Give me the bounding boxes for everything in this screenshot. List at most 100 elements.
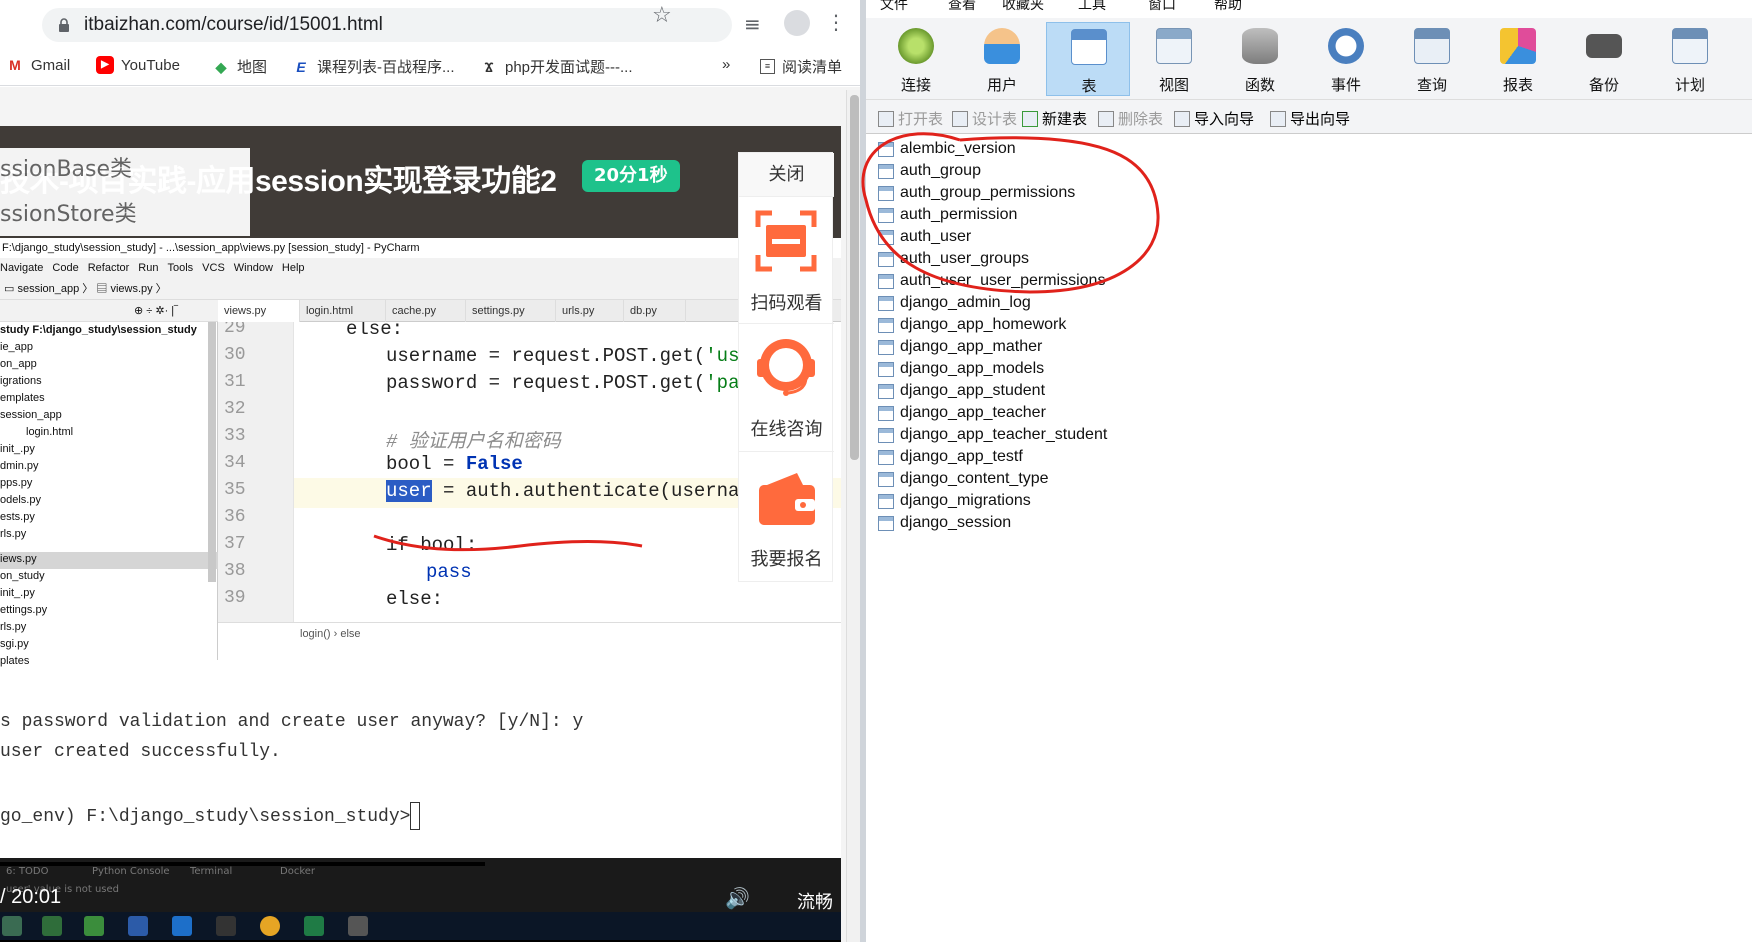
table-item[interactable]: auth_permission bbox=[878, 204, 1017, 226]
bookmark-youtube[interactable]: ▶ YouTube bbox=[96, 56, 180, 74]
popup-item[interactable]: ssionStore类 bbox=[0, 196, 137, 228]
tree-root[interactable]: study F:\django_study\session_study bbox=[0, 324, 197, 336]
menu-file[interactable]: 文件 bbox=[880, 0, 908, 14]
tree-item[interactable]: login.html bbox=[26, 426, 73, 438]
table-item[interactable]: django_app_student bbox=[878, 380, 1045, 402]
table-button[interactable]: 表 bbox=[1046, 22, 1130, 96]
popup-item[interactable]: ssionBase类 bbox=[0, 151, 132, 183]
tree-item[interactable]: odels.py bbox=[0, 494, 41, 506]
menu-code[interactable]: Code bbox=[52, 262, 78, 274]
table-item[interactable]: auth_user_groups bbox=[878, 248, 1029, 270]
menu-tools[interactable]: Tools bbox=[167, 262, 193, 274]
enroll-label[interactable]: 我要报名 bbox=[739, 545, 834, 571]
menu-navigate[interactable]: Navigate bbox=[0, 262, 43, 274]
table-item[interactable]: django_app_mather bbox=[878, 336, 1042, 358]
tree-item[interactable]: rls.py bbox=[0, 621, 26, 633]
tree-item[interactable]: rls.py bbox=[0, 528, 26, 540]
close-button[interactable]: 关闭 bbox=[739, 153, 834, 197]
connection-button[interactable]: 连接 bbox=[874, 22, 958, 96]
tree-item[interactable]: igrations bbox=[0, 375, 42, 387]
more-bookmarks[interactable]: » bbox=[722, 56, 730, 73]
menu-favorites[interactable]: 收藏夹 bbox=[1002, 0, 1044, 14]
profile-avatar-icon[interactable] bbox=[784, 10, 810, 36]
table-item[interactable]: auth_user_user_permissions bbox=[878, 270, 1105, 292]
table-item[interactable]: django_app_teacher_student bbox=[878, 424, 1107, 446]
qr-scan-icon[interactable] bbox=[754, 209, 818, 273]
bookmark-maps[interactable]: ◆ 地图 bbox=[212, 56, 267, 77]
design-table-button[interactable]: 设计表 bbox=[952, 108, 1017, 129]
tab-views-py[interactable]: views.py bbox=[218, 300, 300, 322]
class-list-popup[interactable]: ssionBase类 ssionStore类 bbox=[0, 148, 250, 236]
menu-vcs[interactable]: VCS bbox=[202, 262, 225, 274]
media-control-icon[interactable]: ≡ bbox=[744, 12, 761, 36]
quality-button[interactable]: 流畅 bbox=[797, 888, 833, 914]
menu-tools[interactable]: 工具 bbox=[1078, 0, 1106, 14]
tree-item[interactable]: ie_app bbox=[0, 341, 33, 353]
menu-window[interactable]: 窗口 bbox=[1148, 0, 1176, 14]
volume-icon[interactable]: 🔊 bbox=[725, 886, 750, 910]
tree-item[interactable]: emplates bbox=[0, 392, 45, 404]
table-item[interactable]: auth_user bbox=[878, 226, 971, 248]
schedule-button[interactable]: 计划 bbox=[1648, 22, 1732, 96]
open-table-button[interactable]: 打开表 bbox=[878, 108, 943, 129]
table-item[interactable]: django_admin_log bbox=[878, 292, 1031, 314]
import-wizard-button[interactable]: 导入向导 bbox=[1174, 108, 1254, 129]
consult-label[interactable]: 在线咨询 bbox=[739, 415, 834, 441]
menu-run[interactable]: Run bbox=[138, 262, 158, 274]
reading-list[interactable]: ≡ 阅读清单 bbox=[760, 56, 842, 77]
table-item[interactable]: django_app_homework bbox=[878, 314, 1066, 336]
tree-item[interactable]: plates bbox=[0, 655, 29, 667]
menu-refactor[interactable]: Refactor bbox=[88, 262, 130, 274]
tree-item-selected[interactable]: iews.py bbox=[0, 553, 37, 565]
tree-item[interactable]: dmin.py bbox=[0, 460, 39, 472]
wallet-icon[interactable] bbox=[757, 471, 817, 527]
tree-item[interactable]: ests.py bbox=[0, 511, 35, 523]
more-menu-icon[interactable]: ⋮ bbox=[826, 10, 846, 34]
video-player[interactable]: 技术-项目实践-应用session实现登录功能2 20分1秒 ssionBase… bbox=[0, 126, 841, 942]
tree-item[interactable]: init_.py bbox=[0, 587, 35, 599]
tree-item[interactable]: init_.py bbox=[0, 443, 35, 455]
table-item[interactable]: django_app_testf bbox=[878, 446, 1023, 468]
table-item[interactable]: alembic_version bbox=[878, 138, 1016, 160]
tree-item[interactable]: pps.py bbox=[0, 477, 32, 489]
tree-item[interactable]: ettings.py bbox=[0, 604, 47, 616]
tab-login-html[interactable]: login.html bbox=[300, 300, 386, 322]
bookmark-star-icon[interactable]: ☆ bbox=[652, 3, 672, 28]
table-item[interactable]: django_session bbox=[878, 512, 1011, 534]
tab-cache-py[interactable]: cache.py bbox=[386, 300, 466, 322]
bookmark-course-list[interactable]: E 课程列表-百战程序... bbox=[292, 56, 454, 77]
report-button[interactable]: 报表 bbox=[1476, 22, 1560, 96]
tree-item[interactable]: on_app bbox=[0, 358, 37, 370]
scan-label[interactable]: 扫码观看 bbox=[739, 289, 834, 315]
table-item[interactable]: auth_group bbox=[878, 160, 981, 182]
tab-settings-py[interactable]: settings.py bbox=[466, 300, 556, 322]
export-wizard-button[interactable]: 导出向导 bbox=[1270, 108, 1350, 129]
tree-item[interactable]: session_app bbox=[0, 409, 62, 421]
table-item[interactable]: auth_group_permissions bbox=[878, 182, 1075, 204]
tab-db-py[interactable]: db.py bbox=[624, 300, 686, 322]
menu-help[interactable]: Help bbox=[282, 262, 305, 274]
breadcrumb-item[interactable]: session_app bbox=[17, 283, 79, 295]
menu-view[interactable]: 查看 bbox=[948, 0, 976, 14]
view-button[interactable]: 视图 bbox=[1132, 22, 1216, 96]
tree-item[interactable]: on_study bbox=[0, 570, 45, 582]
user-button[interactable]: 用户 bbox=[960, 22, 1044, 96]
progress-bar[interactable] bbox=[0, 862, 485, 866]
menu-help[interactable]: 帮助 bbox=[1214, 0, 1242, 14]
tree-item[interactable]: sgi.py bbox=[0, 638, 29, 650]
event-button[interactable]: 事件 bbox=[1304, 22, 1388, 96]
tab-urls-py[interactable]: urls.py bbox=[556, 300, 624, 322]
bookmark-gmail[interactable]: M Gmail bbox=[6, 56, 70, 74]
function-button[interactable]: 函数 bbox=[1218, 22, 1302, 96]
omnibox[interactable]: itbaizhan.com/course/id/15001.html bbox=[42, 8, 732, 42]
terminal-output[interactable]: s password validation and create user an… bbox=[0, 698, 841, 858]
table-list[interactable]: alembic_version auth_group auth_group_pe… bbox=[866, 134, 1752, 942]
menu-window[interactable]: Window bbox=[234, 262, 273, 274]
tree-scrollbar[interactable] bbox=[208, 322, 216, 582]
lock-icon[interactable] bbox=[58, 17, 70, 33]
table-item[interactable]: django_content_type bbox=[878, 468, 1049, 490]
backup-button[interactable]: 备份 bbox=[1562, 22, 1646, 96]
page-scrollbar[interactable] bbox=[846, 90, 860, 942]
table-item[interactable]: django_migrations bbox=[878, 490, 1031, 512]
delete-table-button[interactable]: 删除表 bbox=[1098, 108, 1163, 129]
